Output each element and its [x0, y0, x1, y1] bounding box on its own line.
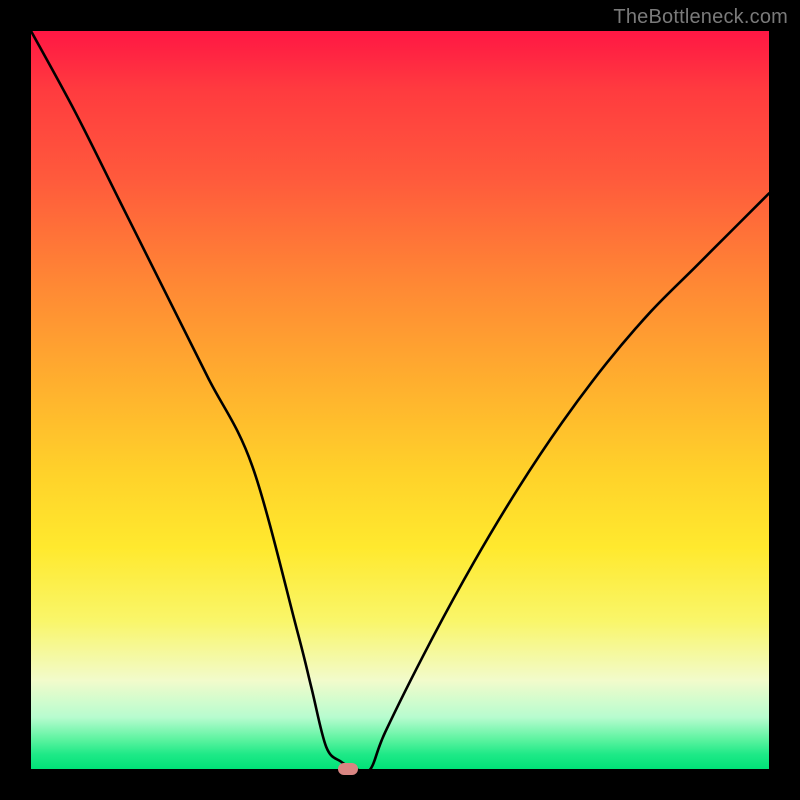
chart-stage: TheBottleneck.com — [0, 0, 800, 800]
optimal-marker — [338, 763, 358, 775]
bottleneck-curve — [31, 31, 769, 769]
plot-area — [31, 31, 769, 769]
watermark-text: TheBottleneck.com — [613, 6, 788, 29]
